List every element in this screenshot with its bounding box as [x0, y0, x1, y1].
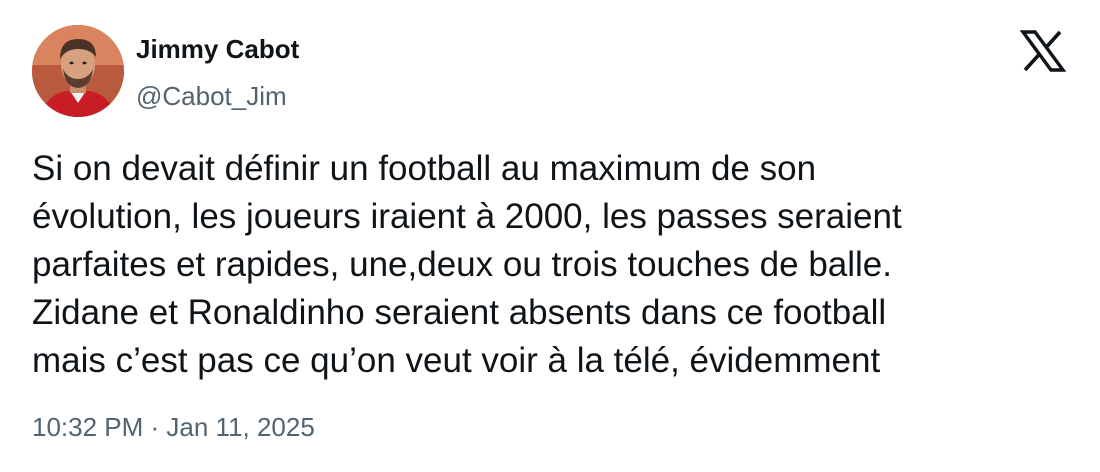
tweet-timestamp[interactable]: 10:32 PM · Jan 11, 2025 [32, 410, 315, 444]
tweet-text-line: parfaites et rapides, une,deux ou trois … [32, 245, 892, 284]
avatar[interactable] [32, 25, 124, 117]
tweet-text-line: Si on devait définir un football au maxi… [32, 149, 817, 188]
tweet-card: Jimmy Cabot @Cabot_Jim Si on devait défi… [0, 0, 1100, 472]
author-handle[interactable]: @Cabot_Jim [136, 80, 287, 112]
tweet-text-line: Zidane et Ronaldinho seraient absents da… [32, 293, 887, 332]
tweet-text: Si on devait définir un football au maxi… [32, 145, 1072, 385]
tweet-text-line: évolution, les joueurs iraient à 2000, l… [32, 197, 902, 236]
author-name[interactable]: Jimmy Cabot [136, 33, 299, 65]
avatar-photo [32, 25, 124, 117]
tweet-text-line: mais c’est pas ce qu’on veut voir à la t… [32, 341, 881, 380]
x-logo-icon[interactable] [1019, 30, 1067, 72]
